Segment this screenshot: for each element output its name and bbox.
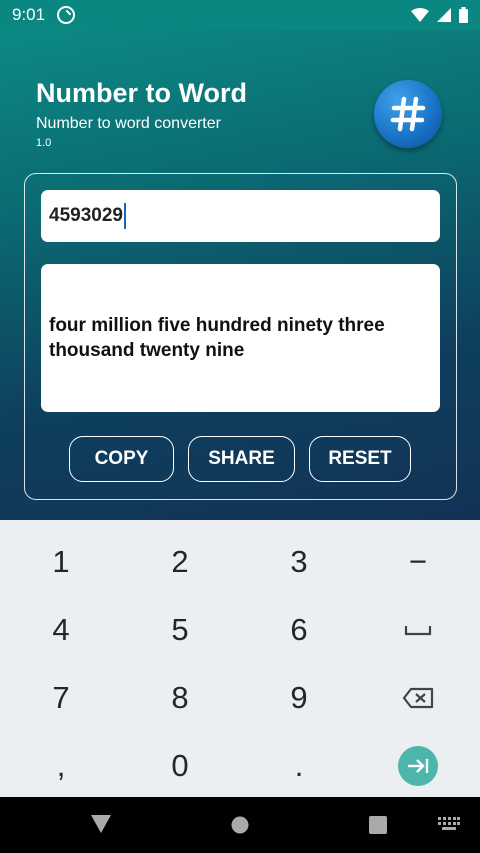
app-screen: 9:01 Number to Word Number to word conve… (0, 0, 480, 520)
app-subtitle: Number to word converter (36, 115, 221, 132)
key-2[interactable]: 2 (121, 528, 239, 596)
tab-key-circle (398, 746, 438, 786)
back-icon[interactable] (90, 814, 112, 834)
number-input[interactable]: 4593029 (41, 190, 440, 242)
word-output-line-2: thousand twenty nine (49, 340, 245, 361)
status-time: 9:01 (12, 5, 46, 24)
key-6[interactable]: 6 (240, 596, 358, 664)
share-button[interactable]: SHARE (188, 436, 295, 482)
key-comma[interactable]: , (2, 732, 120, 800)
backspace-icon (402, 687, 434, 709)
app-version: 1.0 (36, 137, 52, 149)
number-input-value: 4593029 (49, 205, 123, 226)
key-minus[interactable]: − (359, 528, 477, 596)
copy-button[interactable]: COPY (69, 436, 174, 482)
word-output: four million five hundred ninety three t… (41, 264, 440, 412)
reset-button[interactable]: RESET (309, 436, 411, 482)
key-backspace[interactable] (359, 664, 477, 732)
key-8[interactable]: 8 (121, 664, 239, 732)
space-icon (404, 626, 432, 636)
app-title: Number to Word (36, 78, 247, 108)
battery-icon (459, 7, 468, 23)
home-icon[interactable] (231, 816, 249, 834)
key-3[interactable]: 3 (240, 528, 358, 596)
status-bar: 9:01 (0, 0, 480, 30)
wifi-icon (411, 8, 429, 22)
key-space[interactable] (359, 596, 477, 664)
numeric-keyboard: 1 2 3 − 4 5 6 7 8 9 , 0 . (0, 520, 480, 797)
key-9[interactable]: 9 (240, 664, 358, 732)
key-tab[interactable] (359, 732, 477, 800)
action-buttons: COPY SHARE RESET (69, 436, 414, 482)
hash-symbol-icon (390, 96, 426, 132)
key-1[interactable]: 1 (2, 528, 120, 596)
text-cursor (123, 203, 126, 229)
tab-arrow-icon (408, 759, 429, 773)
navigation-bar (0, 797, 480, 853)
key-4[interactable]: 4 (2, 596, 120, 664)
key-0[interactable]: 0 (121, 732, 239, 800)
keyboard-switch-icon[interactable] (438, 817, 460, 831)
data-saver-icon (57, 6, 76, 24)
key-period[interactable]: . (240, 732, 358, 800)
hashtag-logo-icon (374, 80, 442, 148)
converter-card: 4593029 four million five hundred ninety… (24, 173, 457, 500)
recents-icon[interactable] (369, 816, 387, 834)
word-output-line-1: four million five hundred ninety three (49, 315, 385, 336)
key-7[interactable]: 7 (2, 664, 120, 732)
cellular-icon (437, 8, 451, 22)
key-5[interactable]: 5 (121, 596, 239, 664)
status-icons (411, 7, 468, 23)
